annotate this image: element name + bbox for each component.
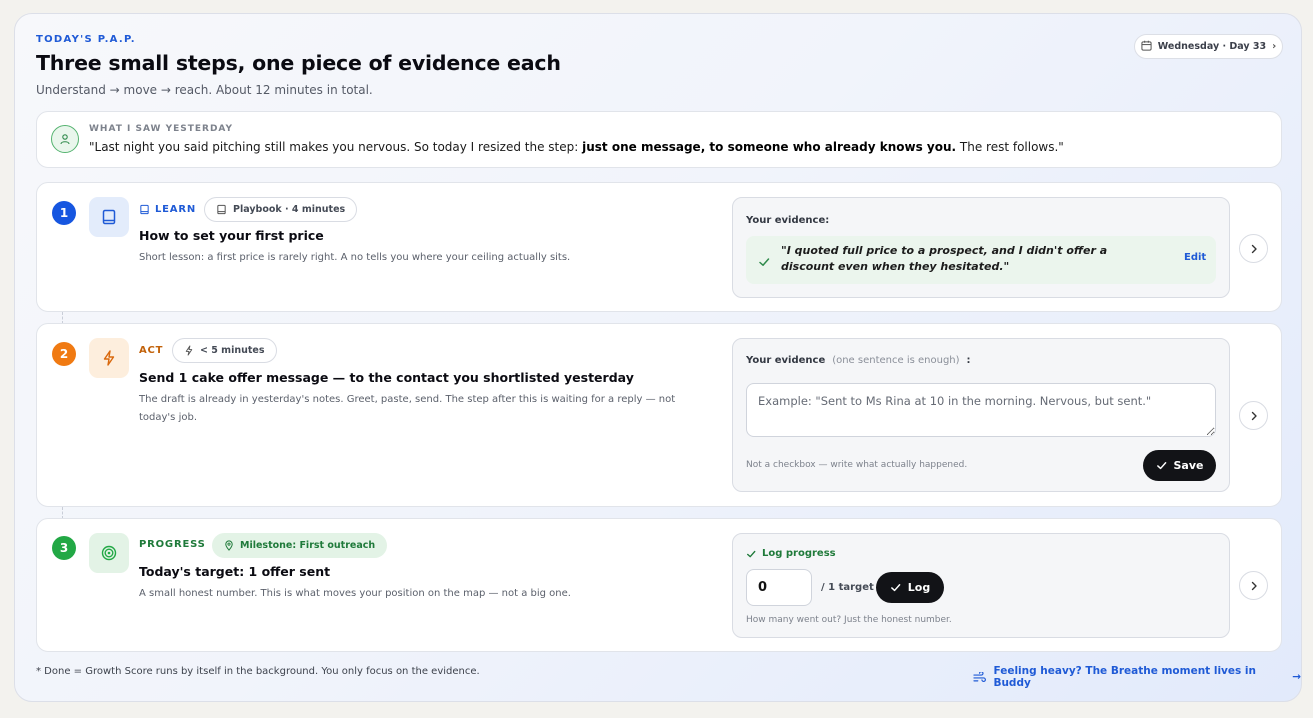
evidence-input[interactable] bbox=[746, 383, 1216, 437]
evidence-quote: "I quoted full price to a prospect, and … bbox=[781, 244, 1108, 273]
chevron-right-icon bbox=[1251, 581, 1257, 590]
step-number: 1 bbox=[52, 201, 76, 225]
eyebrow-label: TODAY'S P.A.P. bbox=[36, 34, 136, 45]
step-act-card: 2 ACT < 5 minutes Send 1 cake offer mess… bbox=[36, 323, 1282, 507]
edit-evidence-link[interactable]: Edit bbox=[1184, 252, 1206, 263]
log-note: How many went out? Just the honest numbe… bbox=[746, 615, 952, 625]
footer-note: * Done = Growth Score runs by itself in … bbox=[36, 666, 480, 677]
playbook-chip[interactable]: Playbook · 4 minutes bbox=[204, 197, 358, 222]
chevron-right-icon bbox=[1251, 411, 1257, 420]
target-label: / 1 target bbox=[821, 582, 874, 593]
log-progress-box: Log progress / 1 target Log How many wen… bbox=[732, 533, 1230, 638]
target-icon bbox=[89, 533, 129, 573]
save-button[interactable]: Save bbox=[1143, 450, 1216, 481]
user-icon bbox=[60, 134, 70, 145]
progress-count-input[interactable] bbox=[746, 569, 812, 606]
step-progress-card: 3 PROGRESS Milestone: First outreach Tod… bbox=[36, 518, 1282, 652]
wind-icon bbox=[973, 671, 986, 682]
step-description: The draft is already in yesterday's note… bbox=[139, 394, 676, 423]
breathe-link[interactable]: Feeling heavy? The Breathe moment lives … bbox=[973, 665, 1301, 689]
evidence-box: Your evidence (one sentence is enough) :… bbox=[732, 338, 1230, 492]
step-description: A small honest number. This is what move… bbox=[139, 588, 571, 599]
evidence-label: Your evidence (one sentence is enough) : bbox=[746, 355, 971, 366]
check-icon bbox=[758, 253, 770, 272]
buddy-avatar bbox=[51, 125, 79, 153]
step-learn-card: 1 LEARN Playbook · 4 minutes How to set … bbox=[36, 182, 1282, 312]
step-tag: ACT bbox=[139, 345, 164, 356]
book-icon bbox=[217, 204, 226, 215]
step-number: 3 bbox=[52, 536, 76, 560]
step-tag: PROGRESS bbox=[139, 539, 206, 550]
evidence-label: Your evidence: bbox=[746, 215, 830, 226]
todays-pap-panel: TODAY'S P.A.P. Three small steps, one pi… bbox=[14, 13, 1302, 702]
what-i-saw-card: WHAT I SAW YESTERDAY "Last night you sai… bbox=[36, 111, 1282, 168]
step-number: 2 bbox=[52, 342, 76, 366]
check-icon bbox=[1156, 462, 1166, 470]
evidence-box: Your evidence: "I quoted full price to a… bbox=[732, 197, 1230, 298]
what-i-saw-label: WHAT I SAW YESTERDAY bbox=[89, 124, 234, 134]
calendar-icon bbox=[1141, 40, 1152, 54]
evidence-note: Not a checkbox — write what actually hap… bbox=[746, 460, 968, 470]
page-subtitle: Understand → move → reach. About 12 minu… bbox=[36, 83, 373, 97]
what-i-saw-text: "Last night you said pitching still make… bbox=[89, 140, 1064, 154]
open-step-button[interactable] bbox=[1239, 234, 1268, 263]
log-button[interactable]: Log bbox=[876, 572, 944, 603]
check-icon bbox=[747, 550, 756, 557]
lightning-icon bbox=[185, 345, 193, 356]
book-icon bbox=[140, 204, 149, 215]
book-icon bbox=[89, 197, 129, 237]
step-description: Short lesson: a first price is rarely ri… bbox=[139, 252, 571, 263]
chevron-right-icon: › bbox=[1272, 41, 1277, 52]
open-step-button[interactable] bbox=[1239, 571, 1268, 600]
duration-chip[interactable]: < 5 minutes bbox=[172, 338, 277, 363]
day-selector-button[interactable]: Wednesday · Day 33 › bbox=[1134, 34, 1283, 59]
lightning-icon bbox=[89, 338, 129, 378]
open-step-button[interactable] bbox=[1239, 401, 1268, 430]
page-title: Three small steps, one piece of evidence… bbox=[36, 51, 561, 75]
arrow-right-icon: → bbox=[1292, 671, 1301, 683]
day-label: Wednesday · Day 33 bbox=[1157, 41, 1267, 52]
map-pin-icon bbox=[225, 540, 233, 551]
step-title: Today's target: 1 offer sent bbox=[139, 564, 331, 579]
step-title: How to set your first price bbox=[139, 228, 324, 243]
chevron-right-icon bbox=[1251, 244, 1257, 253]
step-tag: LEARN bbox=[139, 204, 196, 215]
check-icon bbox=[890, 584, 901, 592]
step-title: Send 1 cake offer message — to the conta… bbox=[139, 370, 634, 385]
log-progress-title: Log progress bbox=[746, 548, 836, 559]
milestone-chip[interactable]: Milestone: First outreach bbox=[212, 533, 388, 558]
evidence-entry: "I quoted full price to a prospect, and … bbox=[746, 236, 1216, 284]
